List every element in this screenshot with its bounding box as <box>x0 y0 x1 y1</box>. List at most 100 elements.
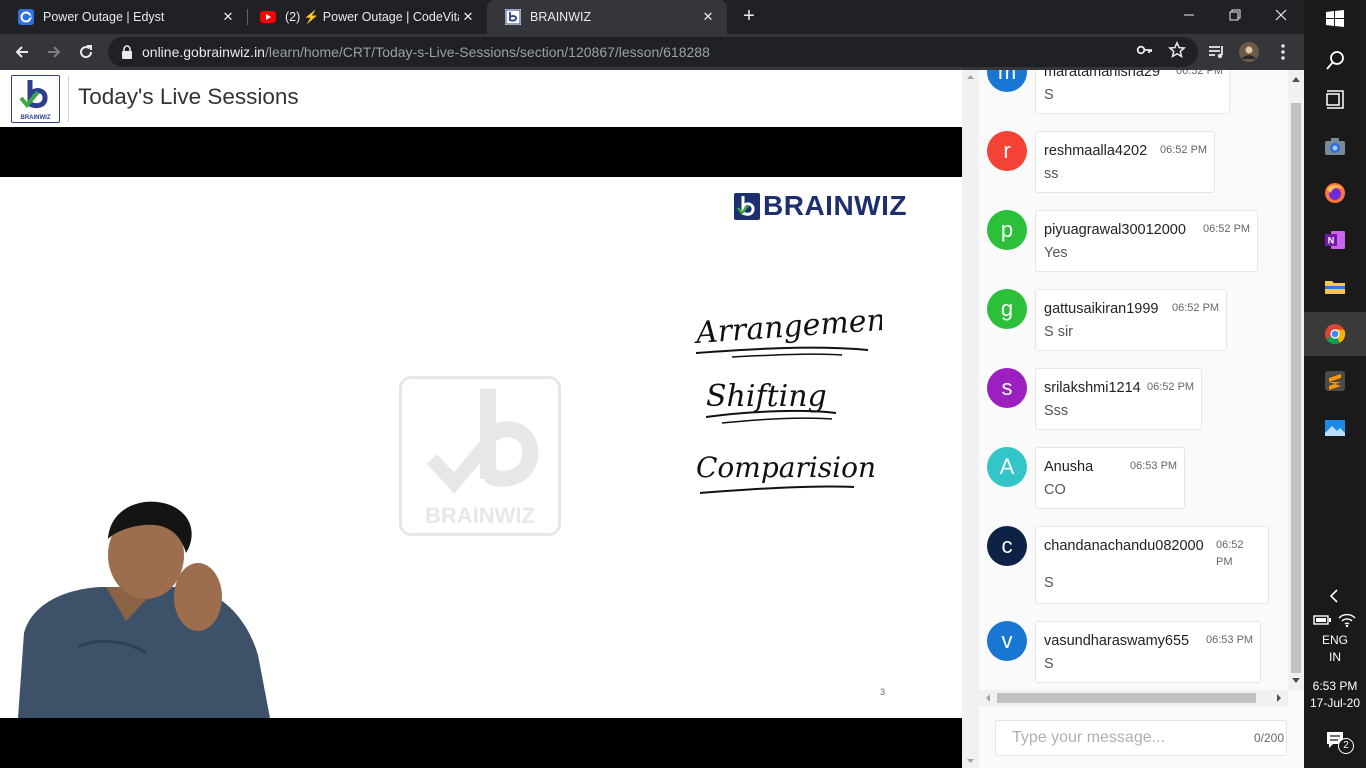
firefox-icon[interactable] <box>1323 181 1347 205</box>
chat-vertical-thumb[interactable] <box>1291 103 1301 673</box>
minimize-icon <box>1184 14 1194 16</box>
message-username: vasundharaswamy655 <box>1044 633 1190 649</box>
browser-toolbar: online.gobrainwiz.in/learn/home/CRT/Toda… <box>0 34 1304 70</box>
key-icon[interactable] <box>1136 41 1154 59</box>
star-bookmark-icon[interactable] <box>1168 41 1186 59</box>
scroll-up-arrow-icon[interactable] <box>1288 72 1304 86</box>
chat-message: p piyuagrawal30012000 06:52 PM Yes <box>987 210 1287 272</box>
media-queue-icon[interactable] <box>1207 42 1227 62</box>
menu-kebab-icon[interactable] <box>1273 42 1293 62</box>
browser-tab-strip: Power Outage | Edyst ✕ (2) ⚡ Power Outag… <box>0 0 1304 34</box>
message-username: reshmaalla4202 <box>1044 143 1148 159</box>
close-icon <box>1275 9 1287 21</box>
page-scrollbar[interactable] <box>962 70 979 768</box>
page-title: Today's Live Sessions <box>78 84 299 109</box>
photos-app-icon[interactable] <box>1323 416 1347 440</box>
profile-avatar-icon[interactable] <box>1239 42 1259 62</box>
restore-button[interactable] <box>1212 0 1258 30</box>
url-path: /learn/home/CRT/Today-s-Live-Sessions/se… <box>264 44 710 60</box>
handwritten-notes: Arrangement Shifting Comparision <box>692 302 882 494</box>
wifi-icon[interactable] <box>1338 612 1356 628</box>
message-bubble: chandanachandu082000 06:52 PM S <box>1035 526 1269 604</box>
search-icon[interactable] <box>1323 49 1347 73</box>
brand-mark-icon <box>734 192 760 220</box>
message-time: 06:52 PM <box>1172 302 1220 314</box>
chat-panel: m maratamanisha29 06:52 PM S r reshmaall… <box>979 70 1304 768</box>
file-explorer-icon[interactable] <box>1323 275 1347 299</box>
avatar: v <box>987 621 1027 661</box>
notification-count-badge: 2 <box>1338 738 1354 754</box>
edyst-favicon-icon <box>18 9 34 25</box>
chat-vertical-scrollbar[interactable] <box>1288 70 1304 690</box>
chat-message: v vasundharaswamy655 06:53 PM S <box>987 621 1287 683</box>
chevron-left-icon[interactable] <box>1323 584 1347 608</box>
avatar: c <box>987 526 1027 566</box>
task-view-icon[interactable] <box>1323 88 1347 112</box>
scroll-down-arrow-icon[interactable] <box>962 754 979 768</box>
brainwiz-logo-icon <box>19 80 48 109</box>
chat-message: A Anusha 06:53 PM CO <box>987 447 1287 509</box>
tab-codevita[interactable]: (2) ⚡ Power Outage | CodeVita | ✕ <box>242 0 487 34</box>
brainwiz-watermark: BRAINWIZ <box>399 376 561 536</box>
tab-title: (2) ⚡ Power Outage | CodeVita | <box>285 9 459 24</box>
brainwiz-favicon-icon <box>505 9 521 25</box>
message-text: ss <box>1044 166 1059 182</box>
avatar: A <box>987 447 1027 487</box>
presentation-slide: BRAINWIZ BRAINWIZ Arrangement Shifting C… <box>0 177 962 718</box>
scroll-left-arrow-icon[interactable] <box>981 690 995 706</box>
message-time: 06:53 PM <box>1206 634 1254 646</box>
avatar: g <box>987 289 1027 329</box>
arrow-left-icon <box>15 46 28 58</box>
camera-app-icon[interactable] <box>1323 135 1347 159</box>
sublime-text-icon[interactable] <box>1323 369 1347 393</box>
message-time: 06:52 PM <box>1160 144 1208 156</box>
battery-icon[interactable] <box>1313 612 1333 628</box>
message-text: S <box>1044 87 1054 103</box>
note-arrangement: Arrangement <box>692 302 882 351</box>
message-time: 06:53 PM <box>1130 460 1178 472</box>
video-player[interactable]: BRAINWIZ BRAINWIZ Arrangement Shifting C… <box>0 127 962 768</box>
header-divider <box>68 76 69 122</box>
close-window-button[interactable] <box>1258 0 1304 30</box>
tab-title: BRAINWIZ <box>530 10 592 24</box>
message-bubble: srilakshmi1214 06:52 PM Sss <box>1035 368 1202 430</box>
language-line-1: ENG <box>1321 633 1348 647</box>
chat-message-input[interactable] <box>995 720 1287 756</box>
chat-message-list[interactable]: m maratamanisha29 06:52 PM S r reshmaall… <box>979 70 1288 690</box>
message-text: Sss <box>1044 403 1069 419</box>
forward-button[interactable] <box>40 38 68 66</box>
chat-horizontal-thumb[interactable] <box>997 693 1256 703</box>
chat-horizontal-scrollbar[interactable] <box>979 690 1288 706</box>
message-text: S <box>1044 656 1054 672</box>
back-button[interactable] <box>8 38 36 66</box>
brainwiz-logo[interactable]: BRAINWIZ <box>11 75 60 123</box>
brand-word: BRAINWIZ <box>763 190 907 221</box>
message-bubble: piyuagrawal30012000 06:52 PM Yes <box>1035 210 1258 272</box>
chrome-icon[interactable] <box>1323 322 1347 346</box>
tab-brainwiz[interactable]: BRAINWIZ ✕ <box>487 0 727 34</box>
scroll-up-arrow-icon[interactable] <box>962 70 979 84</box>
arrow-right-icon <box>48 46 61 58</box>
url-text: online.gobrainwiz.in/learn/home/CRT/Toda… <box>142 44 710 60</box>
address-bar[interactable]: online.gobrainwiz.in/learn/home/CRT/Toda… <box>108 37 1198 67</box>
windows-start-icon[interactable] <box>1323 7 1347 31</box>
message-text: S sir <box>1044 324 1073 340</box>
tab-edyst[interactable]: Power Outage | Edyst ✕ <box>0 0 247 34</box>
new-tab-button[interactable]: + <box>738 6 760 28</box>
tab-close-icon[interactable]: ✕ <box>699 8 717 26</box>
reload-button[interactable] <box>72 38 100 66</box>
minimize-button[interactable] <box>1166 0 1212 30</box>
tab-close-icon[interactable]: ✕ <box>219 8 237 26</box>
tab-close-icon[interactable]: ✕ <box>459 8 477 26</box>
chat-input-area: 0/200 <box>979 706 1304 768</box>
onenote-icon[interactable]: N <box>1323 228 1347 252</box>
language-indicator[interactable]: ENG IN <box>1304 632 1366 666</box>
message-time: 06:52 PM <box>1216 539 1244 568</box>
scroll-down-arrow-icon[interactable] <box>1288 674 1304 688</box>
clock[interactable]: 6:53 PM 17-Jul-20 <box>1304 678 1366 712</box>
url-host: online.gobrainwiz.in <box>142 44 265 60</box>
scroll-right-arrow-icon[interactable] <box>1272 690 1286 706</box>
message-bubble: Anusha 06:53 PM CO <box>1035 447 1185 509</box>
reload-icon <box>80 45 93 59</box>
message-text: S <box>1044 575 1054 591</box>
